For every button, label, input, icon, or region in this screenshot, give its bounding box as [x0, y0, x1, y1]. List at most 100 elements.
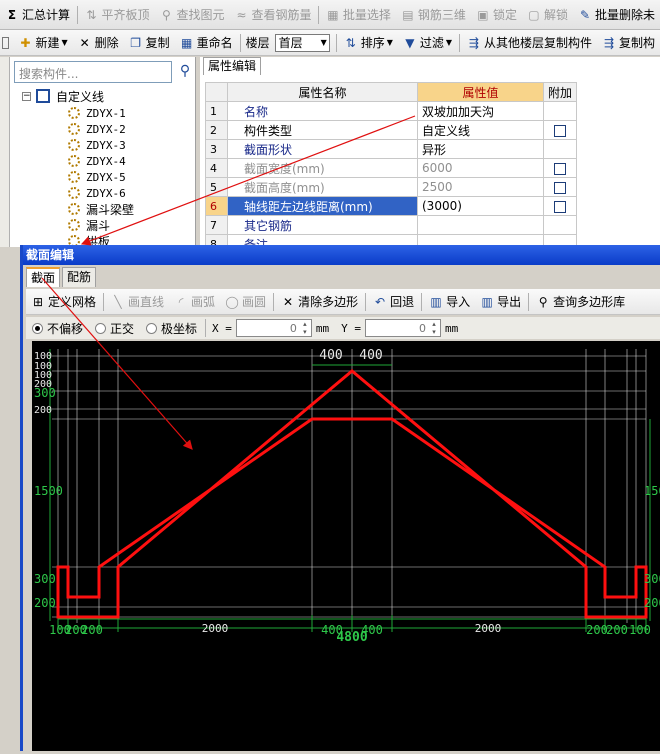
col-name-header: 属性名称: [228, 83, 418, 102]
tree-item[interactable]: ZDYX-1: [68, 105, 134, 121]
query-polygon-lib-button[interactable]: ⚲查询多边形库: [531, 290, 630, 314]
filter-button[interactable]: ▼过滤▼: [398, 31, 457, 55]
tab-rebar[interactable]: 配筋: [62, 267, 96, 287]
tree-item[interactable]: 漏斗: [68, 217, 134, 233]
extra-checkbox[interactable]: [554, 201, 566, 213]
col-extra-header: 附加: [544, 83, 577, 102]
lock-button[interactable]: ▣锁定: [471, 3, 522, 27]
snap-polar-radio[interactable]: [146, 323, 157, 334]
tree-item[interactable]: ZDYX-5: [68, 169, 134, 185]
drawing-canvas[interactable]: 4004001002002002000400400200020020010048…: [32, 341, 660, 751]
new-button[interactable]: ✚新建▼: [13, 31, 72, 55]
x-input[interactable]: 0: [236, 319, 312, 337]
sigma-icon: Σ: [5, 8, 19, 22]
dim-label-left: 1500: [34, 484, 63, 498]
export-icon: ▥: [480, 295, 494, 309]
table-row[interactable]: 5 截面高度(mm) 2500: [206, 178, 577, 197]
copy-floor-icon: ⇶: [467, 36, 481, 50]
clear-polygon-button[interactable]: ✕清除多边形: [276, 290, 363, 314]
delete-button[interactable]: ✕删除: [73, 31, 124, 55]
sum-button[interactable]: Σ汇总计算: [0, 3, 75, 27]
batch-select-button[interactable]: ▦批量选择: [321, 3, 396, 27]
binoculars-icon: ⚲: [159, 8, 173, 22]
y-input[interactable]: 0: [365, 319, 441, 337]
tree-root[interactable]: − 自定义线: [22, 87, 134, 105]
snap-none-radio[interactable]: [32, 323, 43, 334]
x-unit: mm: [316, 322, 329, 335]
tab-section[interactable]: 截面: [26, 267, 60, 287]
define-grid-button[interactable]: ⊞定义网格: [26, 290, 101, 314]
dialog-title[interactable]: 截面编辑: [23, 245, 660, 265]
delete-icon: ✕: [78, 36, 92, 50]
tree-item[interactable]: ZDYX-3: [68, 137, 134, 153]
search-icon[interactable]: ⚲: [176, 63, 194, 81]
separator: [336, 34, 337, 52]
unlock-button[interactable]: ▢解锁: [522, 3, 573, 27]
component-icon: [68, 107, 80, 119]
sort-button[interactable]: ⇅排序▼: [339, 31, 398, 55]
find-element-button[interactable]: ⚲查找图元: [154, 3, 229, 27]
dialog-toolbar: ⊞定义网格 ╲画直线 ◜画弧 ◯画圆 ✕清除多边形 ↶回退 ▥导入 ▥导出 ⚲查…: [26, 289, 660, 315]
component-icon: [68, 123, 80, 135]
dim-label-bottom: 2000: [202, 622, 229, 635]
floor-select[interactable]: 首层▼: [275, 34, 330, 52]
table-row-selected[interactable]: 6 轴线距左边线距离(mm) (3000): [206, 197, 577, 216]
chevron-down-icon: ▼: [387, 38, 393, 47]
dialog-tabs: 截面 配筋: [26, 267, 98, 287]
copy-to-floor-button[interactable]: ⇶复制构: [597, 31, 660, 55]
draw-circle-button[interactable]: ◯画圆: [220, 290, 271, 314]
rebar-3d-button[interactable]: ▤钢筋三维: [396, 3, 471, 27]
coordinate-bar: 不偏移 正交 极坐标 X = 0 mm Y = 0 mm: [26, 317, 660, 339]
extra-checkbox[interactable]: [554, 163, 566, 175]
component-toolbar: ✚新建▼ ✕删除 ❐复制 ▦重命名 楼层 首层▼ ⇅排序▼ ▼过滤▼ ⇶从其他楼…: [0, 30, 660, 56]
tree-item[interactable]: ZDYX-2: [68, 121, 134, 137]
tree-item[interactable]: ZDYX-6: [68, 185, 134, 201]
import-button[interactable]: ▥导入: [424, 290, 475, 314]
dim-label-left: 200: [34, 405, 52, 416]
copy-button[interactable]: ❐复制: [124, 31, 175, 55]
table-row[interactable]: 7 其它钢筋: [206, 216, 577, 235]
tab-property-edit[interactable]: 属性编辑: [203, 57, 261, 75]
tree-item[interactable]: ZDYX-4: [68, 153, 134, 169]
separator: [240, 34, 241, 52]
copy-from-floor-button[interactable]: ⇶从其他楼层复制构件: [462, 31, 597, 55]
table-row[interactable]: 2 构件类型 自定义线: [206, 121, 577, 140]
search-input[interactable]: 搜索构件...: [14, 61, 172, 83]
extra-checkbox[interactable]: [554, 182, 566, 194]
rename-button[interactable]: ▦重命名: [175, 31, 238, 55]
property-pane: 属性编辑 属性名称 属性值 附加 1 名称 双坡加加天沟 2 构件类型 自定义线…: [200, 57, 660, 247]
undo-button[interactable]: ↶回退: [368, 290, 419, 314]
batch-delete-button[interactable]: ✎批量删除未: [573, 3, 660, 27]
table-row[interactable]: 4 截面宽度(mm) 6000: [206, 159, 577, 178]
col-value-header: 属性值: [418, 83, 544, 102]
extra-checkbox[interactable]: [554, 125, 566, 137]
tree-item[interactable]: 漏斗梁壁: [68, 201, 134, 217]
snap-ortho-radio[interactable]: [95, 323, 106, 334]
separator: [421, 293, 422, 311]
draw-line-button[interactable]: ╲画直线: [106, 290, 169, 314]
view-rebar-button[interactable]: ≈查看钢筋量: [229, 3, 316, 27]
component-icon: [68, 171, 80, 183]
section-drawing[interactable]: 4004001002002002000400400200020020010048…: [32, 341, 660, 751]
floor-label: 楼层: [246, 34, 270, 51]
dim-label-left: 300: [34, 572, 56, 586]
separator: [528, 293, 529, 311]
chevron-down-icon: ▼: [321, 38, 327, 47]
separator: [273, 293, 274, 311]
dim-label-top: 400: [359, 348, 382, 363]
table-row[interactable]: 1 名称 双坡加加天沟: [206, 102, 577, 121]
table-row[interactable]: 3 截面形状 异形: [206, 140, 577, 159]
component-icon: [68, 219, 80, 231]
row-num-header: [206, 83, 228, 102]
separator: [365, 293, 366, 311]
x-label: X =: [212, 322, 232, 335]
align-slab-top-button[interactable]: ⇅平齐板顶: [79, 3, 154, 27]
dim-label-right: 300: [644, 572, 660, 586]
dim-label-right: 1500: [644, 484, 660, 498]
dim-label-top: 400: [319, 348, 342, 363]
y-label: Y =: [341, 322, 361, 335]
draw-arc-button[interactable]: ◜画弧: [169, 290, 220, 314]
collapse-icon[interactable]: −: [22, 92, 31, 101]
export-button[interactable]: ▥导出: [475, 290, 526, 314]
component-icon: [68, 139, 80, 151]
